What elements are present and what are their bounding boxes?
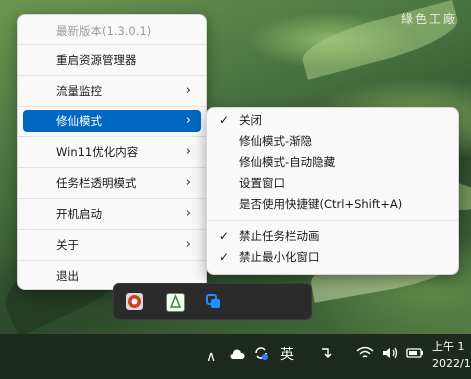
chevron-right-icon: ›: [185, 175, 191, 190]
clock-time: 上午 1: [432, 340, 465, 353]
ime-indicator[interactable]: 英: [280, 345, 294, 365]
menu-item-label: 流量监控: [56, 84, 102, 98]
menu-item-label: 任务栏透明模式: [56, 176, 137, 190]
watermark-text: 綠色工廠: [400, 12, 457, 26]
xiuxian-submenu: ✓ 关闭 修仙模式-渐隐 修仙模式-自动隐藏 设置窗口 是否使用快捷键(Ctrl…: [206, 107, 459, 275]
menu-item-label: 关于: [56, 238, 79, 252]
menu-item-win11-optimize[interactable]: Win11优化内容 ›: [23, 140, 201, 164]
menu-divider: [18, 229, 206, 230]
volume-icon[interactable]: [381, 346, 399, 366]
app-blue-squares-icon[interactable]: [205, 293, 222, 310]
menu-item-version: 最新版本(1.3.0.1): [23, 19, 201, 43]
submenu-item-close[interactable]: ✓ 关闭: [211, 110, 454, 131]
input-switch-icon[interactable]: [318, 346, 332, 366]
menu-divider: [18, 44, 206, 45]
chevron-up-icon[interactable]: ∧: [206, 347, 216, 367]
context-menu: 最新版本(1.3.0.1) 重启资源管理器 流量监控 › 修仙模式 › Win1…: [17, 14, 207, 290]
checkmark-icon: ✓: [219, 113, 230, 127]
menu-item-xiuxian-mode[interactable]: 修仙模式 ›: [23, 110, 201, 132]
menu-item-label: Win11优化内容: [56, 145, 139, 159]
submenu-item-disable-taskbar-animation[interactable]: ✓ 禁止任务栏动画: [211, 226, 454, 247]
submenu-item-settings-window[interactable]: 设置窗口: [211, 173, 454, 194]
submenu-divider: [207, 220, 458, 221]
chevron-right-icon: ›: [185, 113, 191, 128]
clock-date: 2022/1: [432, 357, 471, 370]
menu-item-label: 退出: [56, 269, 79, 283]
sync-icon[interactable]: [253, 345, 269, 367]
submenu-item-label: 设置窗口: [239, 176, 285, 190]
submenu-item-label: 禁止最小化窗口: [239, 250, 320, 264]
clock[interactable]: 上午 1 2022/1: [432, 338, 471, 372]
chevron-right-icon: ›: [185, 83, 191, 98]
menu-item-label: 最新版本(1.3.0.1): [56, 24, 152, 38]
cloud-icon[interactable]: [229, 346, 245, 366]
menu-divider: [18, 106, 206, 107]
submenu-item-label: 禁止任务栏动画: [239, 229, 320, 243]
submenu-item-hotkey[interactable]: 是否使用快捷键(Ctrl+Shift+A): [211, 194, 454, 215]
menu-divider: [18, 75, 206, 76]
checkmark-icon: ✓: [219, 229, 230, 243]
tray-overflow-panel: [113, 283, 312, 320]
menu-item-label: 开机启动: [56, 207, 102, 221]
submenu-item-label: 是否使用快捷键(Ctrl+Shift+A): [239, 197, 403, 211]
submenu-item-auto-hide[interactable]: 修仙模式-自动隐藏: [211, 152, 454, 173]
menu-divider: [18, 167, 206, 168]
submenu-item-fade[interactable]: 修仙模式-渐隐: [211, 131, 454, 152]
submenu-item-disable-minimize[interactable]: ✓ 禁止最小化窗口: [211, 247, 454, 268]
submenu-item-label: 关闭: [239, 113, 262, 127]
menu-divider: [18, 136, 206, 137]
app-red-icon[interactable]: [126, 293, 143, 310]
menu-item-traffic-monitor[interactable]: 流量监控 ›: [23, 79, 201, 103]
chevron-right-icon: ›: [185, 206, 191, 221]
wifi-icon[interactable]: [356, 346, 374, 366]
menu-divider: [18, 260, 206, 261]
menu-item-label: 重启资源管理器: [56, 53, 137, 67]
checkmark-icon: ✓: [219, 250, 230, 264]
menu-item-autostart[interactable]: 开机启动 ›: [23, 202, 201, 226]
submenu-item-label: 修仙模式-渐隐: [239, 134, 313, 148]
battery-icon[interactable]: [405, 346, 425, 366]
menu-item-about[interactable]: 关于 ›: [23, 233, 201, 257]
chevron-right-icon: ›: [185, 144, 191, 159]
app-leaf-icon[interactable]: [166, 293, 185, 312]
chevron-right-icon: ›: [185, 237, 191, 252]
submenu-item-label: 修仙模式-自动隐藏: [239, 155, 336, 169]
menu-item-label: 修仙模式: [56, 114, 102, 128]
menu-item-restart-explorer[interactable]: 重启资源管理器: [23, 48, 201, 72]
menu-item-taskbar-transparency[interactable]: 任务栏透明模式 ›: [23, 171, 201, 195]
menu-divider: [18, 198, 206, 199]
